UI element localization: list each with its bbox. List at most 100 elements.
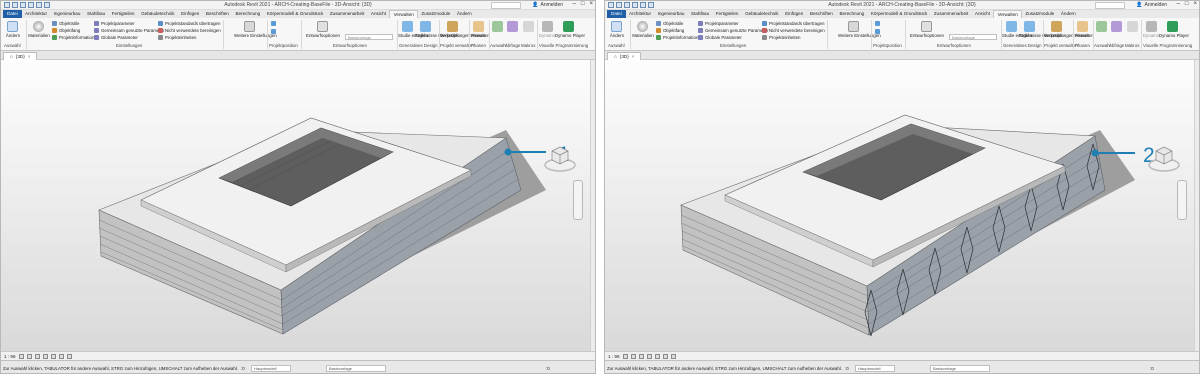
dynamo-player-icon[interactable] xyxy=(563,21,574,32)
status-model-select[interactable]: Hauptmodell xyxy=(855,365,895,372)
3d-viewport[interactable]: 1 xyxy=(1,60,595,351)
tab-stahlbau[interactable]: Stahlbau xyxy=(688,10,713,18)
project-parameters-button[interactable]: Projektparameter xyxy=(94,21,135,26)
coordinates-button[interactable] xyxy=(875,29,880,34)
minimize-icon[interactable]: – xyxy=(1177,1,1180,7)
shadows-icon[interactable] xyxy=(646,353,652,359)
design-options-icon[interactable] xyxy=(921,21,932,32)
macros-icon[interactable] xyxy=(1127,21,1138,32)
sun-path-icon[interactable] xyxy=(34,353,40,359)
macros-icon[interactable] xyxy=(523,21,534,32)
tab-ingenieurbau[interactable]: Ingenieurbau xyxy=(50,10,83,18)
detail-level-icon[interactable] xyxy=(622,353,628,359)
tab-berechnung[interactable]: Berechnung xyxy=(836,10,867,18)
tab-koerpermodell[interactable]: Körpermodell & Grundstück xyxy=(264,10,327,18)
modify-icon[interactable] xyxy=(7,21,18,32)
create-study-label[interactable]: Studie erstellen xyxy=(1002,33,1032,38)
tab-gebaeudetechnik[interactable]: Gebäudetechnik xyxy=(138,10,178,18)
tab-zusatzmodule[interactable]: Zusatzmodule xyxy=(1022,10,1057,18)
modify-icon[interactable] xyxy=(611,21,622,32)
view-cube[interactable] xyxy=(543,143,577,173)
additional-settings-icon[interactable] xyxy=(244,21,255,32)
tab-zusammenarbeit[interactable]: Zusammenarbeit xyxy=(931,10,972,18)
project-info-button[interactable]: Projektinformationen xyxy=(656,35,703,40)
transfer-standards-button[interactable]: Projektstandards übertragen xyxy=(158,21,220,26)
search-input[interactable] xyxy=(491,2,521,9)
explore-outcomes-label[interactable]: Ergebnisse überprüfen xyxy=(415,33,459,38)
project-units-button[interactable]: Projekteinheiten xyxy=(158,35,197,40)
window-controls[interactable]: – □ × xyxy=(1177,1,1197,7)
global-parameters-button[interactable]: Globale Parameter xyxy=(94,35,138,40)
coordinates-button[interactable] xyxy=(271,29,276,34)
snaps-button[interactable]: Objektfang xyxy=(656,28,684,33)
close-icon[interactable]: × xyxy=(632,53,635,60)
design-option-select[interactable]: Basisvorlage xyxy=(345,34,393,40)
status-design-option-select[interactable]: Basisvorlage xyxy=(930,365,990,372)
tab-zusammenarbeit[interactable]: Zusammenarbeit xyxy=(327,10,368,18)
project-info-button[interactable]: Projektinformationen xyxy=(52,35,99,40)
design-option-select[interactable]: Basisvorlage xyxy=(949,34,997,40)
shared-parameters-button[interactable]: Gemeinsam genutzte Parameter xyxy=(698,28,768,33)
visual-style-icon[interactable] xyxy=(630,353,636,359)
additional-settings-label[interactable]: Weitere Einstellungen xyxy=(838,33,881,38)
tab-beschriften[interactable]: Beschriften xyxy=(807,10,837,18)
tab-ingenieurbau[interactable]: Ingenieurbau xyxy=(654,10,687,18)
explore-outcomes-icon[interactable] xyxy=(420,21,431,32)
design-options-label[interactable]: Entwurfsoptionen xyxy=(305,33,341,38)
close-icon[interactable]: × xyxy=(1193,1,1197,7)
tab-beschriften[interactable]: Beschriften xyxy=(203,10,233,18)
minimize-icon[interactable]: – xyxy=(573,1,576,7)
modify-button-label[interactable]: Ändern xyxy=(607,33,627,38)
purge-unused-button[interactable]: Nicht verwendete bereinigen xyxy=(762,28,825,33)
tab-datei[interactable]: Datei xyxy=(3,10,22,18)
detail-level-icon[interactable] xyxy=(18,353,24,359)
vertical-scrollbar[interactable] xyxy=(1194,60,1199,351)
materials-button-label[interactable]: Materialien xyxy=(632,33,654,38)
tab-fertigteilen[interactable]: Fertigteilen xyxy=(712,10,741,18)
hide-isolate-icon[interactable] xyxy=(670,353,676,359)
purge-unused-button[interactable]: Nicht verwendete bereinigen xyxy=(158,28,221,33)
manage-links-icon[interactable] xyxy=(447,21,458,32)
inquiry-icon[interactable] xyxy=(507,21,518,32)
maximize-icon[interactable]: □ xyxy=(1185,1,1189,7)
tab-aendern[interactable]: Ändern xyxy=(454,10,475,18)
tab-aendern[interactable]: Ändern xyxy=(1058,10,1079,18)
manage-links-label[interactable]: Verknüpfungen verwalten xyxy=(1044,33,1094,38)
navigation-bar[interactable] xyxy=(1177,180,1187,220)
navigation-bar[interactable] xyxy=(573,180,583,220)
hide-isolate-icon[interactable] xyxy=(66,353,72,359)
view-cube[interactable] xyxy=(1147,143,1181,173)
phases-label[interactable]: Phasen xyxy=(470,33,486,38)
close-icon[interactable]: × xyxy=(589,1,593,7)
tab-datei[interactable]: Datei xyxy=(607,10,626,18)
tab-architektur[interactable]: Architektur xyxy=(22,10,51,18)
crop-view-icon[interactable] xyxy=(58,353,64,359)
phases-icon[interactable] xyxy=(473,21,484,32)
project-location-button[interactable] xyxy=(875,21,880,26)
design-options-label[interactable]: Entwurfsoptionen xyxy=(909,33,945,38)
object-styles-button[interactable]: Objektstile xyxy=(52,21,80,26)
render-icon[interactable] xyxy=(50,353,56,359)
visual-style-icon[interactable] xyxy=(26,353,32,359)
tab-gebaeudetechnik[interactable]: Gebäudetechnik xyxy=(742,10,782,18)
search-input[interactable] xyxy=(1095,2,1125,9)
window-controls[interactable]: – □ × xyxy=(573,1,593,7)
tab-stahlbau[interactable]: Stahlbau xyxy=(84,10,109,18)
3d-viewport[interactable]: 2 xyxy=(605,60,1199,351)
phases-label[interactable]: Phasen xyxy=(1074,33,1090,38)
tab-einfuegen[interactable]: Einfügen xyxy=(178,10,203,18)
render-icon[interactable] xyxy=(654,353,660,359)
project-units-button[interactable]: Projekteinheiten xyxy=(762,35,801,40)
dynamo-icon[interactable] xyxy=(1146,21,1157,32)
shadows-icon[interactable] xyxy=(42,353,48,359)
view-tab-3d[interactable]: ⌂ {3D} × xyxy=(3,52,38,60)
status-model-select[interactable]: Hauptmodell xyxy=(251,365,291,372)
tab-verwalten[interactable]: Verwalten xyxy=(389,10,419,18)
vertical-scrollbar[interactable] xyxy=(590,60,595,351)
create-study-icon[interactable] xyxy=(1006,21,1017,32)
selection-icon[interactable] xyxy=(1096,21,1107,32)
user-menu[interactable]: 👤 Anmelden xyxy=(1136,2,1167,8)
tab-architektur[interactable]: Architektur xyxy=(626,10,655,18)
manage-links-label[interactable]: Verknüpfungen verwalten xyxy=(440,33,490,38)
tab-ansicht[interactable]: Ansicht xyxy=(972,10,994,18)
